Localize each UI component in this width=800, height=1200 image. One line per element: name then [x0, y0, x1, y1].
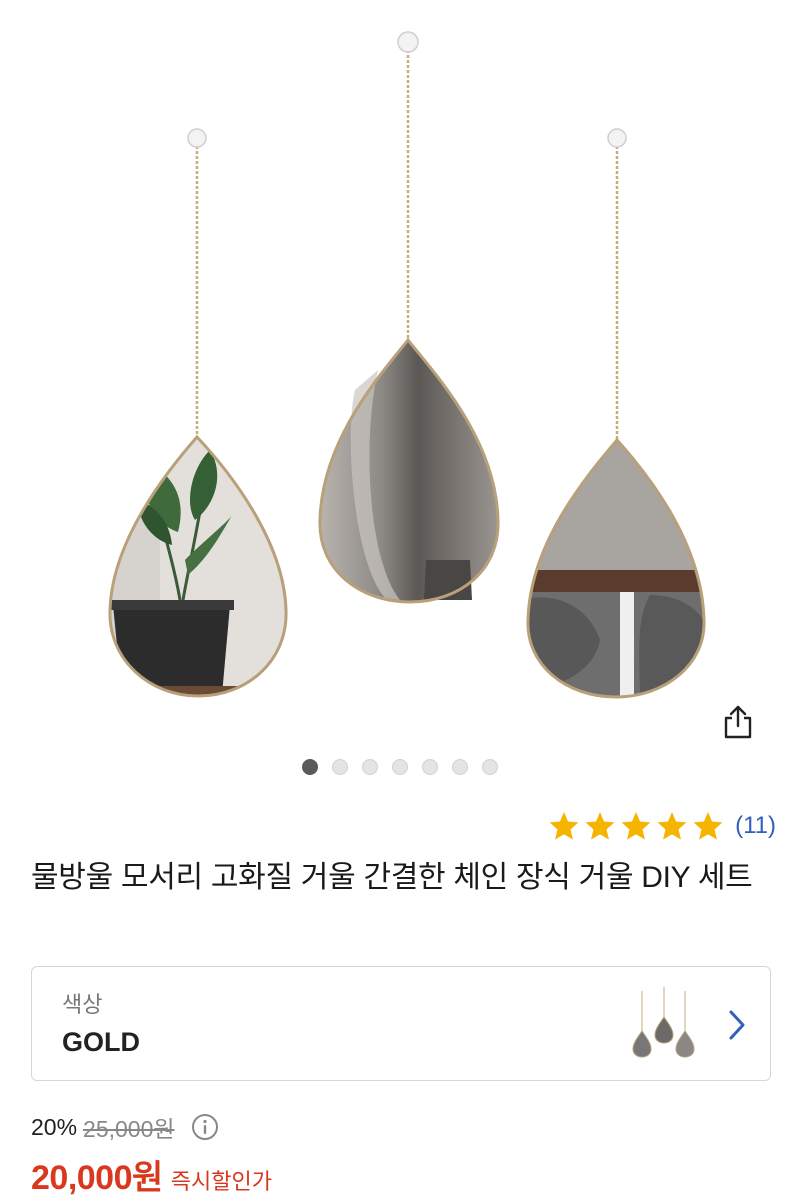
slide-dot[interactable]: [482, 759, 498, 775]
chevron-right-icon: [729, 1010, 745, 1040]
option-value: GOLD: [62, 1027, 140, 1057]
discount-rate: 20%: [31, 1113, 78, 1140]
slide-dot[interactable]: [362, 759, 378, 775]
color-option-selector[interactable]: 색상 GOLD: [31, 966, 771, 1081]
share-icon: [724, 705, 752, 739]
star-icon: [621, 812, 651, 840]
slide-dot[interactable]: [332, 759, 348, 775]
original-price: 25,000원: [83, 1116, 175, 1142]
option-thumbnail: [632, 987, 695, 1058]
slide-dot[interactable]: [302, 759, 318, 775]
slide-dot[interactable]: [422, 759, 438, 775]
product-rating[interactable]: (11): [547, 810, 776, 842]
star-icon: [657, 812, 687, 840]
star-icon: [549, 812, 579, 840]
price-row: 20,000원 즉시할인가: [31, 1150, 272, 1199]
discount-row: 20% 25,000원: [31, 1110, 219, 1144]
info-icon[interactable]: [191, 1113, 219, 1141]
slide-dot[interactable]: [452, 759, 468, 775]
review-count-link[interactable]: (11): [735, 812, 776, 840]
star-icon: [693, 812, 723, 840]
product-title: 물방울 모서리 고화질 거울 간결한 체인 장식 거울 DIY 세트: [31, 861, 753, 894]
sale-tag: 즉시할인가: [170, 1169, 272, 1194]
slide-dot[interactable]: [392, 759, 408, 775]
star-icon: [585, 812, 615, 840]
option-label: 색상: [62, 992, 103, 1017]
sale-price: 20,000원: [31, 1159, 163, 1197]
share-button[interactable]: [716, 700, 760, 744]
slide-indicator: [302, 759, 498, 775]
product-image[interactable]: [0, 0, 800, 740]
product-image-gallery[interactable]: [0, 0, 800, 790]
